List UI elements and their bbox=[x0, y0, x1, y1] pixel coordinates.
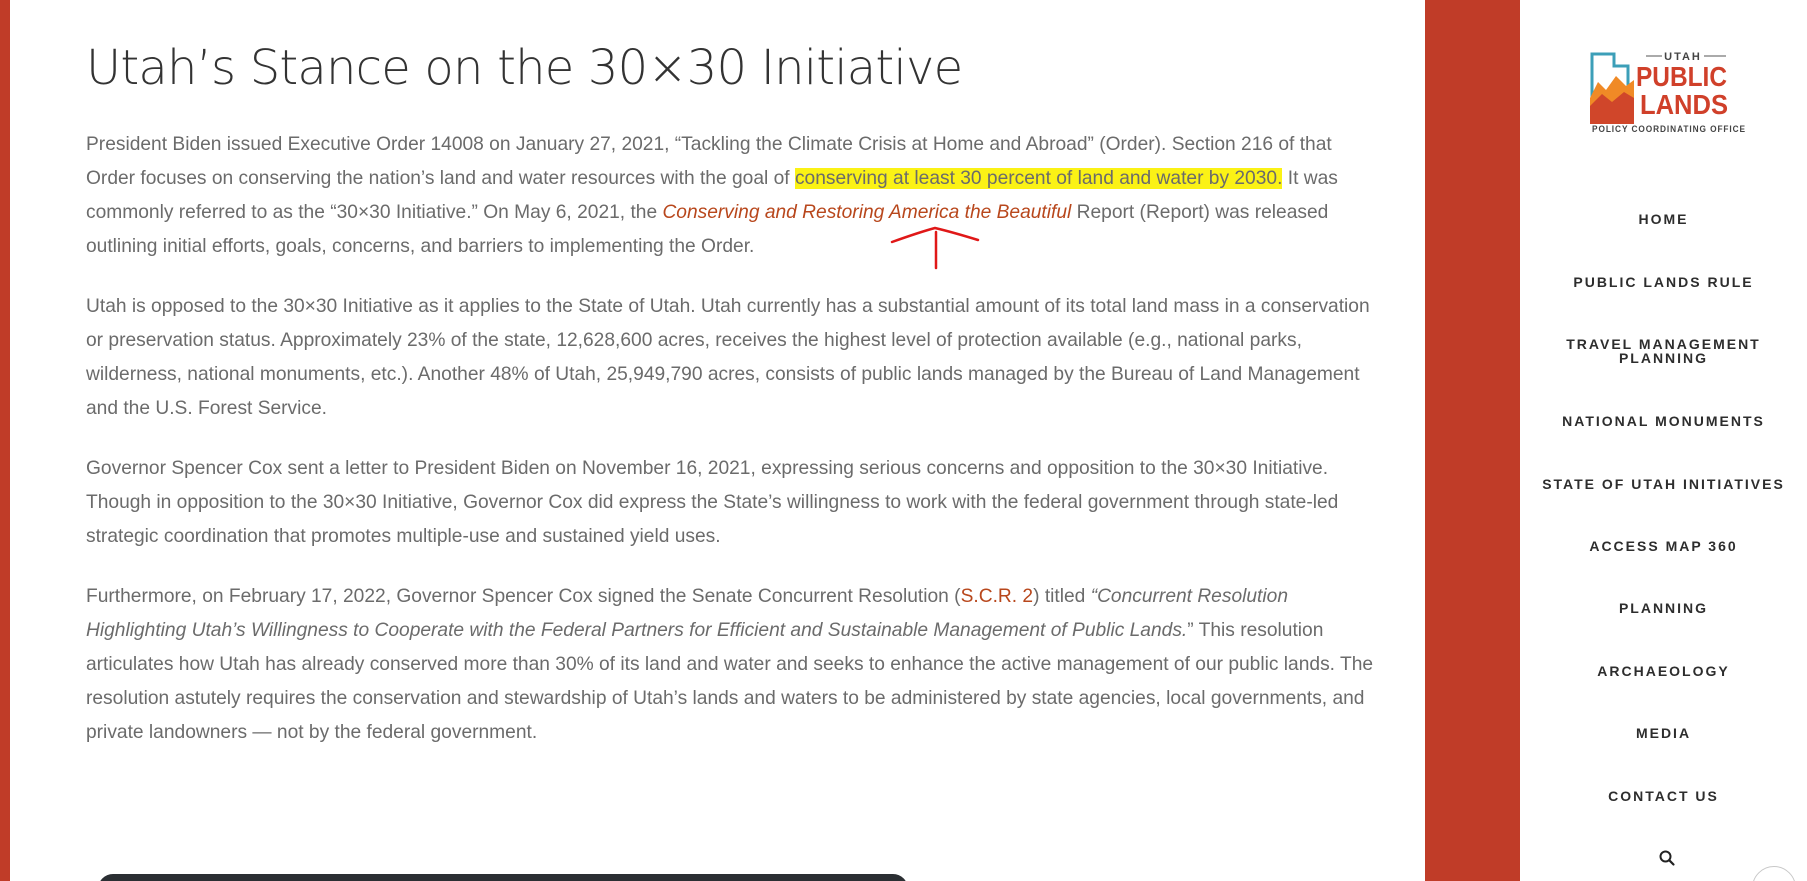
search-icon[interactable] bbox=[1658, 849, 1676, 867]
paragraph-1: President Biden issued Executive Order 1… bbox=[86, 128, 1376, 264]
red-arrow-annotation bbox=[890, 226, 980, 270]
main-content: Utah’s Stance on the 30×30 Initiative Pr… bbox=[10, 0, 1425, 881]
nav-archaeology[interactable]: ARCHAEOLOGY bbox=[1520, 663, 1807, 679]
paragraph-4-text-a: Furthermore, on February 17, 2022, Gover… bbox=[86, 586, 961, 607]
report-link-label: Conserving and Restoring America the Bea… bbox=[662, 202, 1072, 223]
scroll-top-icon[interactable] bbox=[1752, 866, 1796, 881]
paragraph-4-text-b: ) titled bbox=[1033, 586, 1091, 607]
sidebar: UTAH PUBLIC LANDS POLICY COORDINATING OF… bbox=[1520, 0, 1807, 881]
article-body: President Biden issued Executive Order 1… bbox=[86, 128, 1376, 776]
paragraph-2: Utah is opposed to the 30×30 Initiative … bbox=[86, 296, 1370, 419]
nav-state-of-utah-initiatives[interactable]: STATE OF UTAH INITIATIVES bbox=[1520, 476, 1807, 492]
logo-line1: PUBLIC bbox=[1636, 61, 1727, 92]
highlighted-text: conserving at least 30 percent of land a… bbox=[794, 168, 1283, 189]
nav-access-map-360[interactable]: ACCESS MAP 360 bbox=[1520, 538, 1807, 554]
logo-line2: LANDS bbox=[1640, 89, 1728, 120]
logo-mark-icon: UTAH PUBLIC LANDS POLICY COORDINATING OF… bbox=[1590, 51, 1746, 134]
paragraph-3: Governor Spencer Cox sent a letter to Pr… bbox=[86, 458, 1339, 547]
site-logo[interactable]: UTAH PUBLIC LANDS POLICY COORDINATING OF… bbox=[1588, 46, 1763, 136]
nav-home[interactable]: HOME bbox=[1520, 211, 1807, 227]
red-divider-band bbox=[1425, 0, 1520, 881]
nav-public-lands-rule[interactable]: PUBLIC LANDS RULE bbox=[1520, 274, 1807, 290]
left-border-bar bbox=[0, 0, 10, 881]
logo-bottom-text: POLICY COORDINATING OFFICE bbox=[1592, 124, 1746, 134]
nav-travel-line-2: PLANNING bbox=[1618, 350, 1709, 366]
nav-media[interactable]: MEDIA bbox=[1520, 725, 1807, 741]
scr2-link[interactable]: S.C.R. 2 bbox=[961, 586, 1034, 607]
nav-contact-us[interactable]: CONTACT US bbox=[1520, 788, 1807, 804]
page-title: Utah’s Stance on the 30×30 Initiative bbox=[86, 40, 963, 96]
nav-travel-line-1: TRAVEL MANAGEMENT bbox=[1566, 336, 1761, 352]
nav-planning[interactable]: PLANNING bbox=[1520, 600, 1807, 616]
nav-national-monuments[interactable]: NATIONAL MONUMENTS bbox=[1520, 413, 1807, 429]
report-link[interactable]: Conserving and Restoring America the Bea… bbox=[662, 202, 1071, 223]
nav-travel-management-planning[interactable]: TRAVEL MANAGEMENT PLANNING bbox=[1520, 337, 1807, 365]
bottom-dark-bar bbox=[98, 874, 908, 881]
paragraph-4: Furthermore, on February 17, 2022, Gover… bbox=[86, 580, 1376, 750]
